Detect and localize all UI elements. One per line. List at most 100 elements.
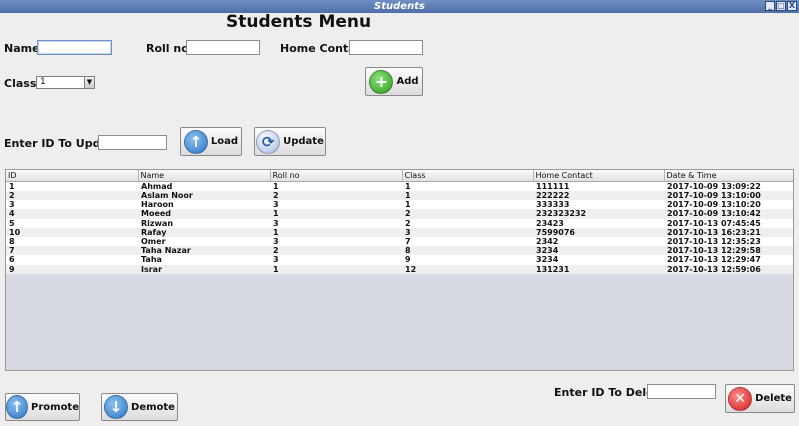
table-cell: 12 [402, 264, 533, 274]
table-cell: Haroon [138, 200, 270, 210]
table-cell: 333333 [533, 200, 664, 210]
table-cell: 7 [6, 246, 138, 256]
name-input[interactable] [37, 40, 112, 55]
maximize-icon[interactable]: □ [776, 1, 786, 11]
load-button[interactable]: ↑ Load [180, 127, 242, 156]
chevron-down-icon[interactable]: ▼ [84, 77, 94, 88]
table-cell: 2017-10-09 13:09:22 [664, 181, 793, 191]
table-cell: 2017-10-13 12:29:58 [664, 246, 793, 256]
table-cell: 2 [270, 191, 402, 201]
table-cell: 3 [402, 227, 533, 237]
demote-button[interactable]: ↓ Demote [101, 393, 178, 421]
load-button-label: Load [210, 136, 239, 147]
table-row[interactable]: 5 Rizwan 3 2 23423 2017-10-13 07:45:45 [6, 218, 793, 228]
table-cell: 6 [6, 255, 138, 265]
table-cell: Aslam Noor [138, 191, 270, 201]
column-header-datetime[interactable]: Date & Time [664, 170, 793, 182]
table-cell: 2 [402, 209, 533, 219]
table-cell: 1 [6, 181, 138, 191]
table-cell: 23423 [533, 218, 664, 228]
name-label: Name [4, 42, 40, 55]
add-button[interactable]: + Add [365, 67, 423, 96]
class-select-value: 1 [40, 77, 46, 87]
table-cell: 3 [6, 200, 138, 210]
table-cell: 1 [402, 181, 533, 191]
table-cell: 1 [270, 264, 402, 274]
table-cell: 1 [402, 191, 533, 201]
delete-id-input[interactable] [647, 384, 716, 399]
update-id-input[interactable] [98, 135, 167, 150]
table-cell: 3234 [533, 255, 664, 265]
column-header-home-contact[interactable]: Home Contact [533, 170, 665, 182]
table-row[interactable]: 9 Israr 1 12 131231 2017-10-13 12:59:06 [6, 264, 793, 274]
delete-button[interactable]: ✕ Delete [725, 384, 795, 413]
table-row[interactable]: 4 Moeed 1 2 232323232 2017-10-09 13:10:42 [6, 209, 793, 219]
table-cell: 8 [402, 246, 533, 256]
table-cell: 3 [270, 236, 402, 247]
table-row[interactable]: 1 Ahmad 1 1 111111 2017-10-09 13:09:22 [6, 181, 793, 191]
class-select[interactable]: 1 ▼ [36, 76, 95, 89]
minimize-icon[interactable]: _ [765, 1, 775, 11]
table-cell: 5 [6, 218, 138, 228]
table-cell: 4 [6, 209, 138, 219]
table-cell: 2 [402, 218, 533, 228]
table-cell: 1 [270, 209, 402, 219]
column-header-rollno[interactable]: Roll no [270, 170, 403, 182]
table-cell: 7 [402, 236, 533, 247]
table-cell: 1 [402, 200, 533, 210]
table-cell: 2 [6, 191, 138, 201]
plus-icon: + [369, 69, 394, 94]
arrow-down-icon: ↓ [104, 395, 129, 419]
table-cell: Ahmad [138, 181, 270, 191]
column-header-id[interactable]: ID [6, 170, 139, 182]
table-cell: Israr [138, 264, 270, 274]
page-title: Students Menu [226, 12, 372, 32]
delete-button-label: Delete [755, 393, 792, 404]
arrow-up-icon: ↑ [183, 129, 208, 154]
students-table[interactable]: ID Name Roll no Class Home Contact Date … [5, 169, 794, 371]
table-cell: 2017-10-13 07:45:45 [664, 218, 793, 228]
table-header-row: ID Name Roll no Class Home Contact Date … [6, 170, 793, 182]
table-cell: 2 [270, 246, 402, 256]
table-cell: 10 [6, 227, 138, 237]
table-row[interactable]: 3 Haroon 3 1 333333 2017-10-09 13:10:20 [6, 200, 793, 210]
arrow-up-icon: ↑ [6, 395, 29, 419]
home-contact-input[interactable] [349, 40, 423, 55]
close-icon[interactable]: X [787, 1, 797, 11]
table-cell: 3 [270, 255, 402, 265]
table-cell: Omer [138, 236, 270, 247]
table-cell: Taha [138, 255, 270, 265]
class-label: Class [4, 77, 37, 90]
promote-button-label: Promote [31, 401, 79, 413]
table-cell: 2017-10-09 13:10:00 [664, 191, 793, 201]
column-header-name[interactable]: Name [138, 170, 271, 182]
refresh-icon: ⟳ [256, 129, 281, 154]
table-row[interactable]: 2 Aslam Noor 2 1 222222 2017-10-09 13:10:00 [6, 191, 793, 201]
table-cell: 9 [6, 264, 138, 274]
table-cell: 1 [270, 227, 402, 237]
table-cell: 2017-10-13 12:29:47 [664, 255, 793, 265]
table-cell: 2017-10-13 12:59:06 [664, 264, 793, 274]
table-row[interactable]: 6 Taha 3 9 3234 2017-10-13 12:29:47 [6, 255, 793, 265]
table-cell: 3 [270, 218, 402, 228]
table-cell: 1 [270, 181, 402, 191]
table-cell: 222222 [533, 191, 664, 201]
table-row[interactable]: 7 Taha Nazar 2 8 3234 2017-10-13 12:29:58 [6, 246, 793, 256]
promote-button[interactable]: ↑ Promote [5, 393, 80, 421]
table-cell: 7599076 [533, 227, 664, 237]
update-button[interactable]: ⟳ Update [254, 127, 326, 156]
table-cell: Rafay [138, 227, 270, 237]
table-row[interactable]: 10 Rafay 1 3 7599076 2017-10-13 16:23:21 [6, 227, 793, 237]
table-cell: 2342 [533, 236, 664, 247]
table-cell: 2017-10-13 12:35:23 [664, 236, 793, 247]
table-cell: 3234 [533, 246, 664, 256]
rollno-input[interactable] [186, 40, 260, 55]
table-cell: Rizwan [138, 218, 270, 228]
x-icon: ✕ [728, 386, 753, 411]
table-cell: 111111 [533, 181, 664, 191]
table-cell: 131231 [533, 264, 664, 274]
table-row[interactable]: 8 Omer 3 7 2342 2017-10-13 12:35:23 [6, 236, 793, 247]
column-header-class[interactable]: Class [402, 170, 534, 182]
table-cell: Taha Nazar [138, 246, 270, 256]
table-cell: 2017-10-09 13:10:20 [664, 200, 793, 210]
